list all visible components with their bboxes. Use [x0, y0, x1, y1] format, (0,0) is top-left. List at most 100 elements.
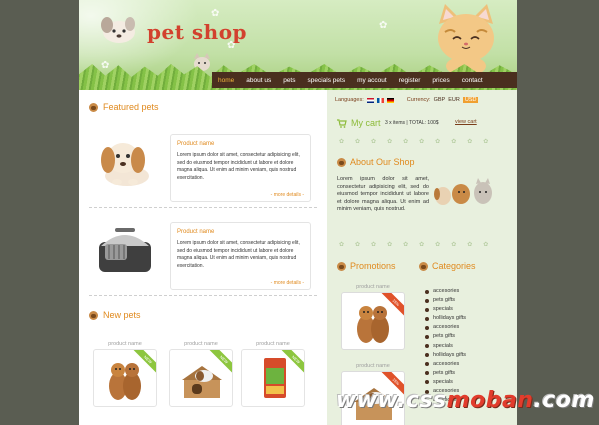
nav-item-home[interactable]: home	[212, 77, 240, 84]
puppy-logo-icon	[101, 17, 135, 43]
paw-icon: ✿	[101, 60, 110, 71]
category-label[interactable]: specials	[433, 305, 453, 314]
divider	[89, 207, 317, 208]
puppy-image[interactable]	[93, 132, 157, 188]
watermark-text: .com	[533, 388, 595, 413]
product-name[interactable]: product name	[241, 341, 305, 347]
category-label[interactable]: pets gifts	[433, 369, 455, 378]
category-label[interactable]: accesories	[433, 360, 459, 369]
new-pets-heading: New pets	[89, 310, 141, 320]
pets-group-image	[434, 178, 492, 205]
cart-title: My cart	[351, 118, 381, 128]
flag-fr-icon[interactable]	[376, 97, 384, 103]
featured-pets-heading: Featured pets	[89, 102, 159, 112]
categories-heading: Categories	[419, 261, 476, 271]
category-item[interactable]: accesories	[425, 287, 466, 296]
language-currency-bar: Languages: Currency: GBP EUR USD	[335, 97, 479, 103]
new-pets-title: New pets	[103, 310, 141, 320]
category-item[interactable]: specials	[425, 378, 466, 387]
languages-label: Languages:	[335, 97, 364, 103]
category-label[interactable]: specials	[433, 342, 453, 351]
about-text: Lorem ipsum dolor sit amet, consectetur …	[337, 176, 429, 212]
bullet-icon	[425, 353, 429, 358]
category-item[interactable]: pets gifts	[425, 332, 466, 341]
category-label[interactable]: pets gifts	[433, 296, 455, 305]
bullet-icon	[425, 380, 429, 385]
category-label[interactable]: hollidays gifts	[433, 314, 466, 323]
flag-uk-icon[interactable]	[366, 97, 374, 103]
bullet-icon	[425, 325, 429, 330]
cart-summary: 3 x items | TOTAL: 100$	[385, 120, 439, 126]
paw-icon: ✿	[379, 20, 388, 31]
new-pet-item[interactable]: product name NEW	[169, 341, 233, 407]
watermark: www.cssmoban.com	[336, 388, 595, 413]
category-item[interactable]: hollidays gifts	[425, 351, 466, 360]
pet-carrier-image[interactable]	[93, 222, 157, 278]
cart-heading: My cart	[337, 118, 381, 128]
currency-label: Currency:	[406, 97, 431, 103]
sidebar: Languages: Currency: GBP EUR USD My cart…	[327, 90, 517, 425]
product-thumbnail[interactable]: NEW	[93, 349, 157, 407]
more-details-link[interactable]: - more details -	[271, 192, 304, 198]
category-label[interactable]: accesories	[433, 323, 459, 332]
dog-icon	[337, 261, 346, 271]
product-name[interactable]: Product name	[177, 229, 304, 235]
category-item[interactable]: specials	[425, 342, 466, 351]
product-name[interactable]: product name	[341, 284, 405, 290]
new-pet-item[interactable]: product name NEW	[93, 341, 157, 407]
kitten-mascot-icon	[438, 4, 494, 74]
product-description: Lorem ipsum dolor sit amet, consectetur …	[177, 152, 300, 181]
more-details-link[interactable]: - more details -	[271, 280, 304, 286]
promotion-item[interactable]: product name 15%	[341, 284, 405, 350]
cart-icon	[337, 118, 347, 128]
product-name[interactable]: Product name	[177, 141, 304, 147]
nav-item-register[interactable]: register	[393, 77, 427, 84]
dog-icon	[89, 310, 98, 320]
nav-item-prices[interactable]: prices	[426, 77, 455, 84]
view-cart-link[interactable]: view cart	[455, 119, 477, 125]
category-item[interactable]: pets gifts	[425, 296, 466, 305]
category-item[interactable]: accesories	[425, 360, 466, 369]
category-item[interactable]: specials	[425, 305, 466, 314]
featured-item-card: Product name Lorem ipsum dolor sit amet,…	[170, 222, 311, 290]
main-content: Featured pets Product name Lorem ipsum d…	[79, 90, 327, 425]
category-item[interactable]: hollidays gifts	[425, 314, 466, 323]
nav-item-contact[interactable]: contact	[456, 77, 489, 84]
dog-icon	[89, 102, 98, 112]
nav-item-pets[interactable]: pets	[277, 77, 301, 84]
product-name[interactable]: product name	[341, 363, 405, 369]
paw-divider: ✿✿✿✿✿✿✿✿✿✿	[339, 242, 500, 248]
paw-divider: ✿✿✿✿✿✿✿✿✿✿	[339, 139, 500, 145]
featured-pets-title: Featured pets	[103, 102, 159, 112]
nav-item-my-account[interactable]: my accout	[351, 77, 393, 84]
bullet-icon	[425, 307, 429, 312]
flag-de-icon[interactable]	[386, 97, 394, 103]
currency-gbp[interactable]: GBP	[434, 97, 446, 103]
bullet-icon	[425, 371, 429, 376]
new-pet-item[interactable]: product name NEW	[241, 341, 305, 407]
category-item[interactable]: pets gifts	[425, 369, 466, 378]
category-item[interactable]: accesories	[425, 323, 466, 332]
bullet-icon	[425, 298, 429, 303]
category-label[interactable]: hollidays gifts	[433, 351, 466, 360]
product-thumbnail[interactable]: 15%	[341, 292, 405, 350]
about-title: About Our Shop	[350, 157, 415, 167]
currency-usd[interactable]: USD	[462, 97, 479, 103]
nav-item-about-us[interactable]: about us	[240, 77, 277, 84]
category-label[interactable]: accesories	[433, 287, 459, 296]
featured-item-card: Product name Lorem ipsum dolor sit amet,…	[170, 134, 311, 202]
category-label[interactable]: pets gifts	[433, 332, 455, 341]
category-label[interactable]: specials	[433, 378, 453, 387]
product-name[interactable]: product name	[93, 341, 157, 347]
bullet-icon	[425, 344, 429, 349]
nav-item-specials-pets[interactable]: specials pets	[302, 77, 352, 84]
product-thumbnail[interactable]: NEW	[241, 349, 305, 407]
main-nav: home about us pets specials pets my acco…	[212, 72, 517, 88]
product-name[interactable]: product name	[169, 341, 233, 347]
promotions-heading: Promotions	[337, 261, 396, 271]
categories-title: Categories	[432, 261, 476, 271]
product-thumbnail[interactable]: NEW	[169, 349, 233, 407]
paw-icon: ✿	[227, 40, 236, 51]
currency-eur[interactable]: EUR	[448, 97, 460, 103]
bullet-icon	[425, 289, 429, 294]
